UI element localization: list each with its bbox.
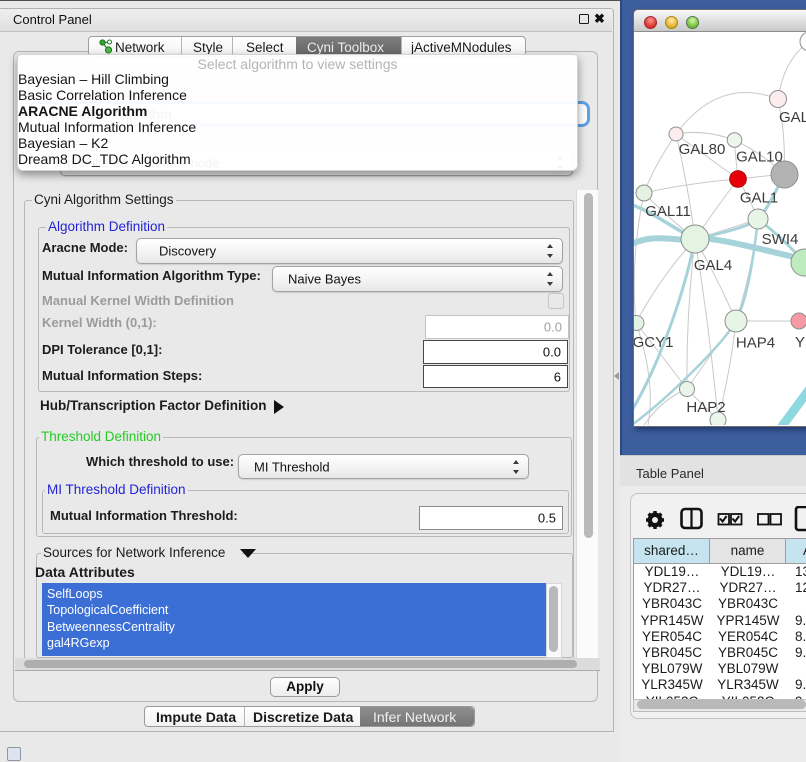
svg-text:SWI4: SWI4 — [762, 231, 799, 248]
svg-text:GAL4: GAL4 — [694, 257, 732, 274]
svg-text:HAP4: HAP4 — [736, 335, 775, 352]
svg-text:GCY1: GCY1 — [634, 334, 673, 351]
svg-text:GAL10: GAL10 — [736, 149, 783, 166]
svg-text:YM: YM — [795, 334, 806, 351]
svg-text:HAP2: HAP2 — [686, 399, 725, 416]
svg-text:GAL1: GAL1 — [740, 190, 778, 207]
svg-text:GAL2: GAL2 — [779, 109, 806, 126]
svg-text:GAL80: GAL80 — [679, 141, 726, 158]
svg-text:GAL11: GAL11 — [645, 203, 691, 220]
